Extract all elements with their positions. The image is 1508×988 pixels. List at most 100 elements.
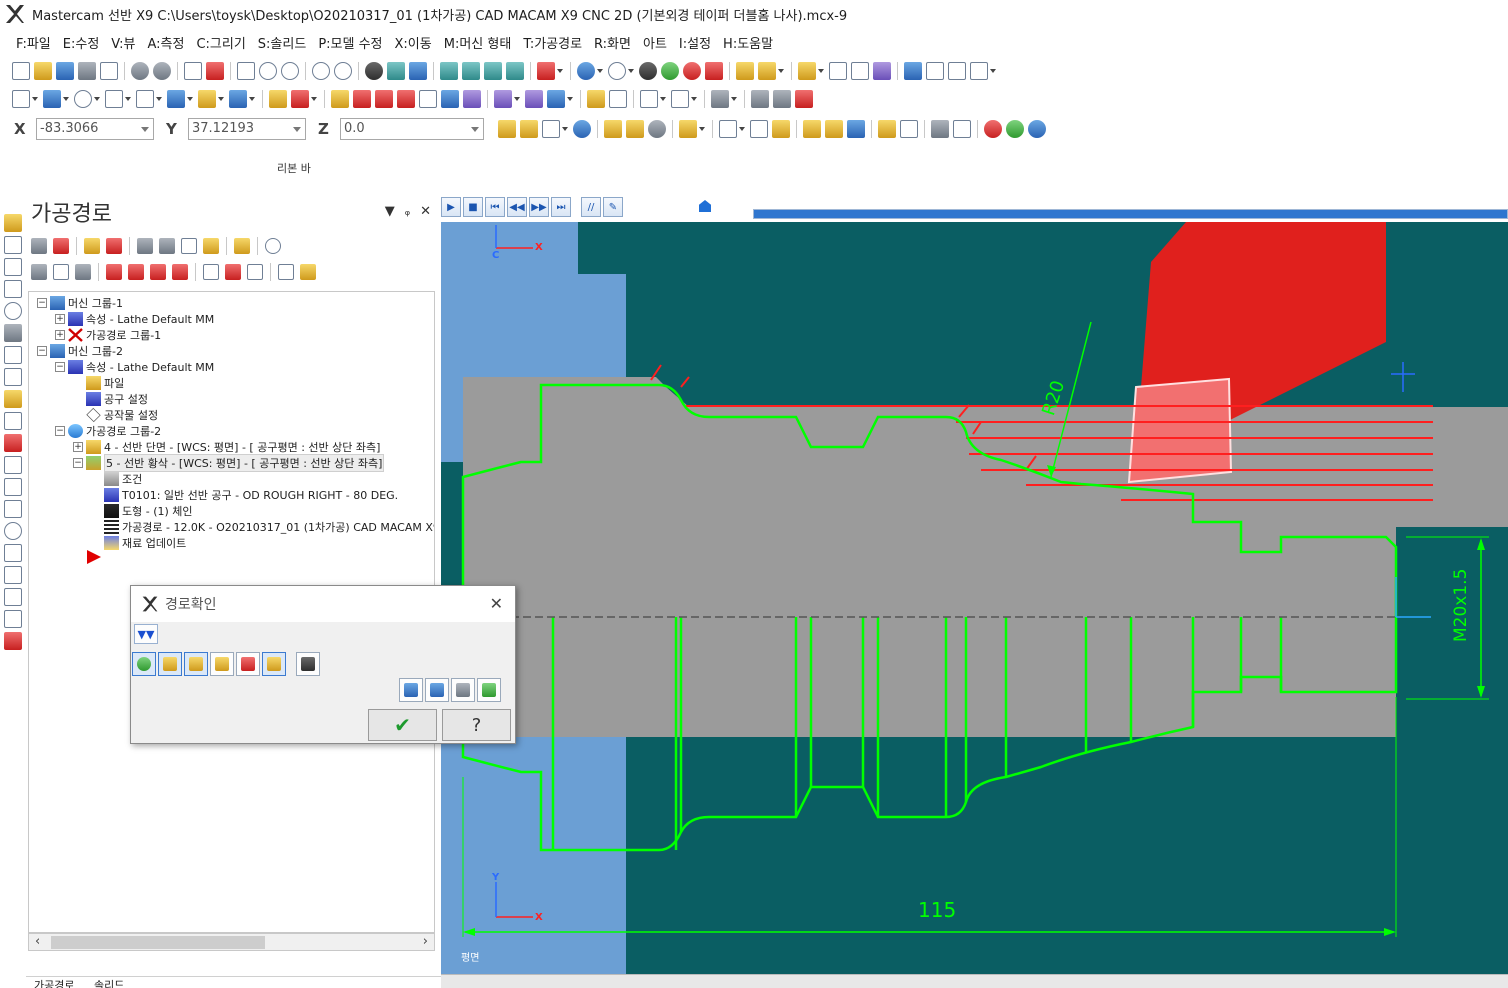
trim-icon[interactable] xyxy=(269,90,287,108)
stop-button[interactable]: ■ xyxy=(463,197,483,217)
display-active-icon[interactable] xyxy=(247,264,263,280)
expand-icon[interactable]: + xyxy=(55,330,65,340)
dropdown-caret[interactable] xyxy=(311,97,317,101)
tree-node[interactable]: + 속성 - Lathe Default MM xyxy=(55,311,214,327)
leader-icon[interactable] xyxy=(609,90,627,108)
solid-body-icon[interactable] xyxy=(825,120,843,138)
trail-all-button[interactable] xyxy=(425,678,449,702)
tree-node[interactable]: 공구 설정 xyxy=(73,391,148,407)
expand-options-button[interactable]: ▼▼ xyxy=(134,624,158,644)
panel-help-icon[interactable] xyxy=(265,238,281,254)
cplane-icon[interactable] xyxy=(409,62,427,80)
dropdown-caret[interactable] xyxy=(818,69,824,73)
lathe-tailstock-tool-icon[interactable] xyxy=(4,434,22,452)
circle-icon[interactable] xyxy=(74,90,92,108)
lock-icon[interactable] xyxy=(31,264,47,280)
vertex-icon[interactable] xyxy=(878,120,896,138)
tree-node[interactable]: − 가공경로 그룹-2 xyxy=(55,423,161,439)
lathe-stock-advance-icon[interactable] xyxy=(4,478,22,496)
insert-updown-icon[interactable] xyxy=(172,264,188,280)
regenerate-dirty-icon[interactable] xyxy=(106,238,122,254)
lathe-chuck-jaw-icon[interactable] xyxy=(4,412,22,430)
speed-slider[interactable] xyxy=(639,200,735,214)
lathe-drill-icon[interactable] xyxy=(4,258,22,276)
check-icon[interactable] xyxy=(829,62,847,80)
gview-icon[interactable] xyxy=(387,62,405,80)
scroll-left-icon[interactable]: ‹ xyxy=(35,934,40,949)
dim-vertical-icon[interactable] xyxy=(671,90,689,108)
lathe-quick-icon[interactable] xyxy=(4,500,22,518)
repaint-icon[interactable] xyxy=(206,62,224,80)
grid-icon[interactable] xyxy=(851,62,869,80)
tree-node[interactable]: 재료 업데이트 xyxy=(91,535,186,551)
tool-display-button[interactable]: ✎ xyxy=(603,197,623,217)
rectangle-icon[interactable] xyxy=(105,90,123,108)
insert-arrow-icon[interactable] xyxy=(150,264,166,280)
menu-model-prep[interactable]: P:모델 수정 xyxy=(312,33,388,52)
x-coord-input[interactable]: -83.3066 xyxy=(36,118,154,140)
menu-file[interactable]: F:파일 xyxy=(10,33,57,52)
simulate-icon[interactable] xyxy=(278,264,294,280)
xform-scale-icon[interactable] xyxy=(397,90,415,108)
cross-icon[interactable] xyxy=(542,120,560,138)
new-file-icon[interactable] xyxy=(12,62,30,80)
tree-node[interactable]: 조건 xyxy=(91,471,142,487)
toggle-post-icon[interactable] xyxy=(75,264,91,280)
dropdown-caret[interactable] xyxy=(990,69,996,73)
arc-icon[interactable] xyxy=(136,90,154,108)
menu-xform[interactable]: X:이동 xyxy=(389,33,438,52)
autocursor-icon[interactable] xyxy=(498,120,516,138)
menu-toolpaths[interactable]: T:가공경로 xyxy=(517,33,588,52)
analyze-icon[interactable] xyxy=(798,62,816,80)
select-failed-ops-icon[interactable] xyxy=(53,238,69,254)
toggle-display-icon[interactable] xyxy=(53,264,69,280)
lathe-plunge-icon[interactable] xyxy=(4,544,22,562)
tree-node[interactable]: + 가공경로 그룹-1 xyxy=(55,327,161,343)
dropdown-caret[interactable] xyxy=(125,97,131,101)
dim-horizontal-icon[interactable] xyxy=(640,90,658,108)
ok-icon[interactable] xyxy=(1006,120,1024,138)
lathe-tailstock-icon[interactable] xyxy=(795,90,813,108)
view-front-icon[interactable] xyxy=(462,62,480,80)
speed-slider-thumb[interactable] xyxy=(699,200,711,212)
tree-node[interactable]: T0101: 일반 선반 공구 - OD ROUGH RIGHT - 80 DE… xyxy=(91,487,398,503)
screenshot-button[interactable] xyxy=(451,678,475,702)
dropdown-caret[interactable] xyxy=(597,69,603,73)
selected-display-icon[interactable] xyxy=(225,264,241,280)
step-forward-button[interactable]: ▶▶ xyxy=(529,197,549,217)
dropdown-caret[interactable] xyxy=(63,97,69,101)
list-icon[interactable] xyxy=(926,62,944,80)
dropdown-caret[interactable] xyxy=(660,97,666,101)
fastpoint-icon[interactable] xyxy=(520,120,538,138)
play-button[interactable]: ▶ xyxy=(441,197,461,217)
g1-icon[interactable] xyxy=(181,238,197,254)
print-icon[interactable] xyxy=(78,62,96,80)
tree-node[interactable]: 가공경로 - 12.0K - O20210317_01 (1차가공) CAD M… xyxy=(91,519,434,535)
tree-node[interactable]: − 속성 - Lathe Default MM xyxy=(55,359,214,375)
verify-selection-icon[interactable] xyxy=(931,120,949,138)
move-down-icon[interactable] xyxy=(106,264,122,280)
clear-selection-icon[interactable] xyxy=(953,120,971,138)
xform-offset-icon[interactable] xyxy=(419,90,437,108)
insert-arrow-marker-icon[interactable] xyxy=(87,550,101,564)
sphere-icon[interactable] xyxy=(577,62,595,80)
lathe-steady-rest-icon[interactable] xyxy=(4,456,22,474)
spline-icon[interactable] xyxy=(167,90,185,108)
reverse-selection-icon[interactable] xyxy=(648,120,666,138)
dropdown-caret[interactable] xyxy=(567,97,573,101)
tab-solids[interactable]: 솔리드 xyxy=(86,977,132,988)
only-display-icon[interactable] xyxy=(203,264,219,280)
shaded-icon[interactable] xyxy=(639,62,657,80)
lathe-stock-icon[interactable] xyxy=(751,90,769,108)
sigma-icon[interactable] xyxy=(948,62,966,80)
dropdown-caret[interactable] xyxy=(156,97,162,101)
lathe-cutoff-icon[interactable] xyxy=(4,346,22,364)
help-circle-icon[interactable] xyxy=(1028,120,1046,138)
dropdown-caret[interactable] xyxy=(249,97,255,101)
menu-help[interactable]: H:도움말 xyxy=(717,33,779,52)
lathe-groove-icon[interactable] xyxy=(4,302,22,320)
tree-node[interactable]: +4 - 선반 단면 - [WCS: 평면] - [ 공구평면 : 선반 상단 … xyxy=(73,439,380,455)
trail-single-button[interactable] xyxy=(399,678,423,702)
tree-node[interactable]: 도형 - (1) 체인 xyxy=(91,503,193,519)
display-color-cycle-button[interactable] xyxy=(132,652,156,676)
